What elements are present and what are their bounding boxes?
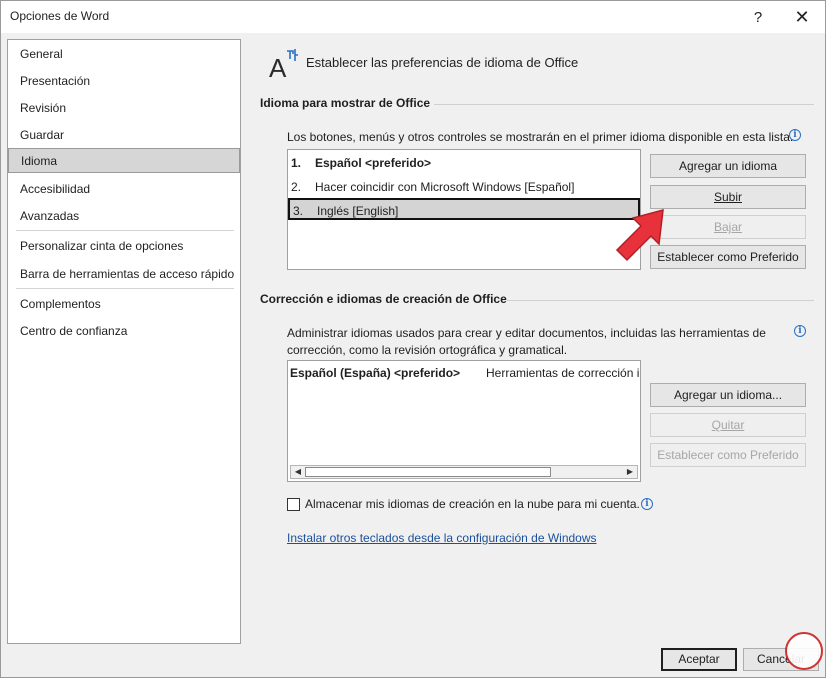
set-preferred-display-button[interactable]: Establecer como Preferido: [650, 245, 806, 269]
authoring-language-table[interactable]: Español (España) <preferido> Herramienta…: [287, 360, 641, 482]
sidebar-item-presentacion[interactable]: Presentación: [8, 69, 240, 94]
install-keyboards-link[interactable]: Instalar otros teclados desde la configu…: [287, 531, 597, 545]
language-icon: A: [269, 49, 298, 79]
sidebar-divider: [16, 288, 234, 289]
sidebar-item-centro-confianza[interactable]: Centro de confianza: [8, 319, 240, 344]
svg-text:A: A: [269, 53, 287, 79]
section-divider: [434, 104, 814, 105]
info-icon[interactable]: i: [641, 498, 653, 510]
table-cell-language: Español (España) <preferido>: [290, 366, 461, 380]
list-item-number: 2.: [291, 180, 302, 194]
help-button[interactable]: ?: [735, 1, 781, 33]
add-authoring-language-button[interactable]: Agregar un idioma...: [650, 383, 806, 407]
add-display-language-button[interactable]: Agregar un idioma: [650, 154, 806, 178]
cloud-storage-label[interactable]: Almacenar mis idiomas de creación en la …: [305, 497, 640, 511]
sidebar-item-accesibilidad[interactable]: Accesibilidad: [8, 177, 240, 202]
sidebar-item-general[interactable]: General: [8, 42, 240, 67]
ok-button[interactable]: Aceptar: [661, 648, 737, 671]
sidebar-divider: [16, 230, 234, 231]
authoring-description-line1: Administrar idiomas usados para crear y …: [287, 326, 766, 340]
list-item-label: Español <preferido>: [315, 156, 432, 170]
info-icon[interactable]: i: [789, 129, 801, 141]
move-down-button[interactable]: Bajar: [650, 215, 806, 239]
list-item-label: Inglés [English]: [317, 204, 399, 218]
info-icon[interactable]: i: [794, 325, 806, 337]
scroll-left-icon[interactable]: ◀: [291, 466, 305, 478]
page-header: Establecer las preferencias de idioma de…: [306, 55, 579, 70]
authoring-section-title: Corrección e idiomas de creación de Offi…: [260, 292, 507, 306]
cloud-storage-checkbox[interactable]: [287, 498, 300, 511]
list-item-number: 1.: [291, 156, 302, 170]
options-dialog: Opciones de Word ? ✕ General Presentació…: [0, 0, 826, 678]
sidebar-item-avanzadas[interactable]: Avanzadas: [8, 204, 240, 229]
table-row[interactable]: Español (España) <preferido> Herramienta…: [288, 366, 640, 384]
display-description: Los botones, menús y otros controles se …: [287, 130, 794, 144]
sidebar-item-personalizar-cinta[interactable]: Personalizar cinta de opciones: [8, 234, 240, 259]
scroll-thumb[interactable]: [305, 467, 551, 477]
list-item[interactable]: 1. Español <preferido>: [288, 152, 640, 174]
window-title: Opciones de Word: [10, 9, 110, 23]
sidebar-item-barra-acceso-rapido[interactable]: Barra de herramientas de acceso rápido: [8, 262, 240, 287]
sidebar-item-complementos[interactable]: Complementos: [8, 292, 240, 317]
remove-language-button[interactable]: Quitar: [650, 413, 806, 437]
authoring-description-line2: corrección, como la revisión ortográfica…: [287, 343, 568, 357]
display-section-title: Idioma para mostrar de Office: [260, 96, 431, 110]
list-item-selected[interactable]: 3. Inglés [English]: [288, 198, 640, 220]
annotation-arrow-icon: [615, 208, 664, 262]
sidebar-item-idioma[interactable]: Idioma: [8, 148, 240, 173]
move-up-button[interactable]: Subir: [650, 185, 806, 209]
set-preferred-authoring-button[interactable]: Establecer como Preferido: [650, 443, 806, 467]
sidebar: General Presentación Revisión Guardar Id…: [7, 39, 241, 644]
watermark-logo-icon: [785, 632, 823, 670]
scroll-right-icon[interactable]: ▶: [623, 466, 637, 478]
close-button[interactable]: ✕: [779, 1, 825, 33]
sidebar-item-revision[interactable]: Revisión: [8, 96, 240, 121]
list-item-label: Hacer coincidir con Microsoft Windows [E…: [315, 180, 575, 194]
section-divider: [507, 300, 814, 301]
main-panel: A Establecer las preferencias de idioma …: [247, 33, 825, 645]
table-cell-tools: Herramientas de corrección instaladas: [486, 366, 640, 380]
title-bar: Opciones de Word ? ✕: [1, 1, 825, 33]
list-item-number: 3.: [293, 204, 304, 218]
list-item[interactable]: 2. Hacer coincidir con Microsoft Windows …: [288, 176, 640, 198]
horizontal-scrollbar[interactable]: ◀ ▶: [290, 465, 638, 479]
sidebar-item-guardar[interactable]: Guardar: [8, 123, 240, 148]
display-language-list[interactable]: 1. Español <preferido> 2. Hacer coincidir …: [287, 149, 641, 270]
